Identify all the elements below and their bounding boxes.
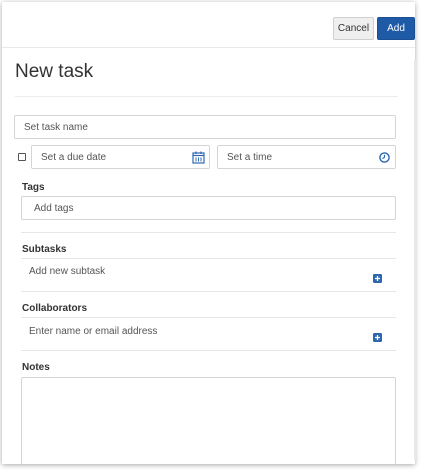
section-divider xyxy=(21,317,396,318)
scrollbar-track[interactable] xyxy=(414,60,417,460)
title-divider xyxy=(15,96,398,97)
calendar-icon[interactable] xyxy=(192,151,205,164)
tags-input[interactable]: Add tags xyxy=(21,196,396,220)
collaborator-input[interactable]: Enter name or email address xyxy=(29,326,157,337)
section-divider xyxy=(21,232,396,233)
dialog-toolbar: Cancel Add xyxy=(2,2,415,48)
section-divider xyxy=(21,291,396,292)
subtasks-label: Subtasks xyxy=(22,244,67,255)
clock-icon[interactable] xyxy=(379,152,390,163)
tags-label: Tags xyxy=(22,182,45,193)
task-name-input[interactable]: Set task name xyxy=(14,115,396,139)
time-input[interactable]: Set a time xyxy=(217,145,396,169)
section-divider xyxy=(21,258,396,259)
due-date-input[interactable]: Set a due date xyxy=(31,145,210,169)
add-collaborator-plus-icon[interactable] xyxy=(373,329,382,342)
due-date-checkbox[interactable] xyxy=(18,153,26,161)
cancel-button[interactable]: Cancel xyxy=(333,17,374,40)
due-date-placeholder: Set a due date xyxy=(41,151,107,163)
add-button[interactable]: Add xyxy=(377,17,415,40)
add-subtask-input[interactable]: Add new subtask xyxy=(29,266,105,277)
new-task-dialog: Cancel Add New task Set task name Set a … xyxy=(2,2,415,464)
section-divider xyxy=(21,350,396,351)
add-subtask-plus-icon[interactable] xyxy=(373,270,382,283)
notes-label: Notes xyxy=(22,362,50,373)
collaborators-label: Collaborators xyxy=(22,303,88,314)
page-title: New task xyxy=(15,61,94,82)
time-placeholder: Set a time xyxy=(227,151,273,163)
notes-textarea[interactable] xyxy=(21,377,396,464)
